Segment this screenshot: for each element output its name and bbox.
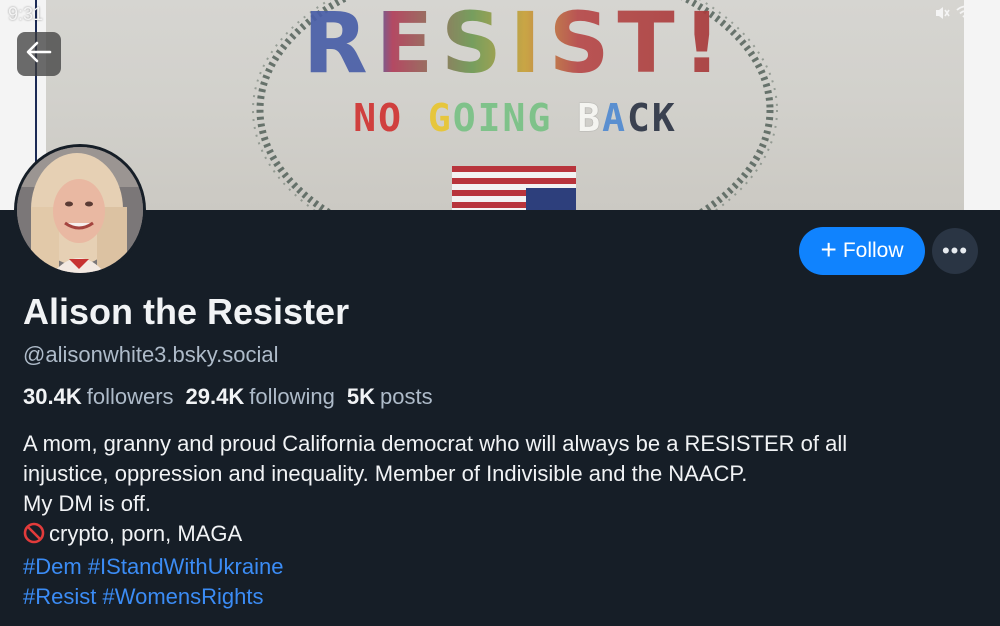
bio-line-2: injustice, oppression and inequality. Me… <box>23 461 748 486</box>
wifi-icon <box>956 5 976 21</box>
prohibited-icon <box>23 522 45 552</box>
hashtag-link[interactable]: #WomensRights <box>102 584 263 609</box>
avatar[interactable] <box>14 144 146 276</box>
banner-subline-word-1: NO <box>353 96 403 140</box>
hashtag-link[interactable]: #Dem <box>23 554 82 579</box>
bio-hashtags-line-2: #Resist #WomensRights <box>23 582 973 612</box>
arrow-left-icon <box>26 41 52 68</box>
profile-banner[interactable]: RESIST! NO GOING BACK <box>0 0 1000 210</box>
follow-button[interactable]: + Follow <box>799 227 925 275</box>
flag-canton <box>526 188 576 210</box>
following-label: following <box>249 384 335 409</box>
hashtag-link[interactable]: #IStandWithUkraine <box>88 554 284 579</box>
posts-count: 5K <box>346 384 375 409</box>
ellipsis-icon: ••• <box>941 238 969 263</box>
bio-line-4: crypto, porn, MAGA <box>23 519 973 552</box>
hashtag-link[interactable]: #Resist <box>23 584 96 609</box>
banner-subline-word-3: BACK <box>577 96 677 140</box>
profile-stats: 30.4K followers 29.4K following 5K posts <box>23 384 433 410</box>
banner-headline: RESIST! <box>296 0 736 92</box>
following-count: 29.4K <box>185 384 245 409</box>
followers-count: 30.4K <box>23 384 82 409</box>
flag-image <box>452 166 576 210</box>
posts-stat: 5K posts <box>347 384 433 410</box>
banner-subline: NO GOING BACK <box>300 96 730 140</box>
battery-icon <box>982 4 992 22</box>
display-name: Alison the Resister <box>23 291 350 332</box>
user-handle: @alisonwhite3.bsky.social <box>23 342 279 367</box>
bio-line-3: My DM is off. <box>23 491 151 516</box>
posts-label: posts <box>379 384 433 409</box>
status-icons <box>934 4 992 22</box>
back-button[interactable] <box>17 32 61 76</box>
bio-line-4-text: crypto, porn, MAGA <box>49 521 243 546</box>
bio-line-1: A mom, granny and proud California democ… <box>23 431 848 456</box>
follow-button-label: Follow <box>842 239 904 262</box>
followers-label: followers <box>86 384 174 409</box>
bio-hashtags-line-1: #Dem #IStandWithUkraine <box>23 552 973 582</box>
more-options-button[interactable]: ••• <box>932 228 978 274</box>
banner-subline-word-2: GOING <box>427 96 553 140</box>
avatar-image <box>17 147 143 273</box>
vibrate-mute-icon <box>934 5 950 21</box>
profile-bio: A mom, granny and proud California democ… <box>23 429 973 612</box>
plus-icon: + <box>820 233 837 265</box>
followers-stat[interactable]: 30.4K followers <box>23 384 174 410</box>
following-stat[interactable]: 29.4K following <box>186 384 335 410</box>
status-time: 9:31 <box>8 4 44 24</box>
